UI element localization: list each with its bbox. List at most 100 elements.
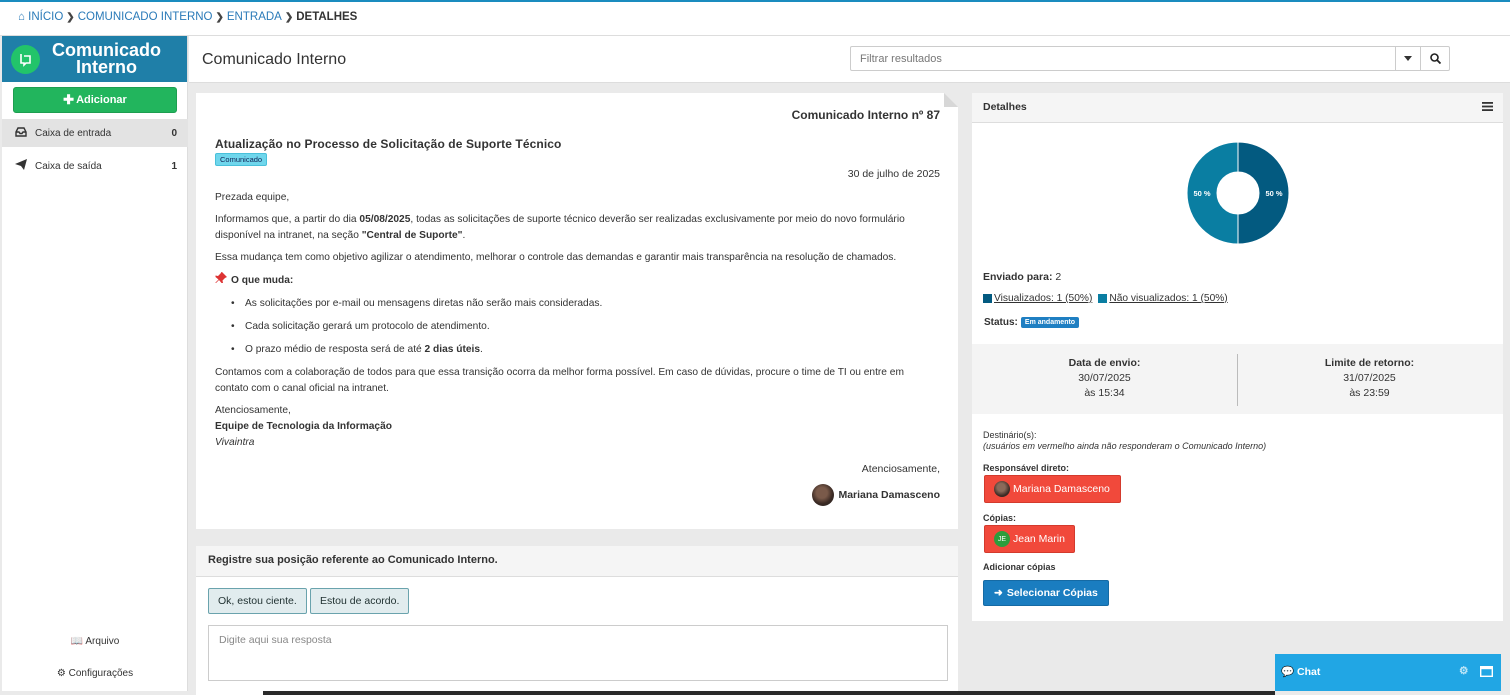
sender-name: Mariana Damasceno xyxy=(838,489,940,501)
status-badge: Em andamento xyxy=(1020,317,1080,328)
gear-icon[interactable]: ⚙ xyxy=(1459,665,1468,677)
legend-swatch xyxy=(1098,294,1108,303)
home-icon[interactable]: ⌂ xyxy=(18,11,25,23)
send-date: Data de envio: 30/07/2025 às 15:34 xyxy=(1068,357,1141,399)
select-copies-button[interactable]: ➜ Selecionar Cópias xyxy=(983,580,1109,606)
copies-label: Cópias: xyxy=(983,513,1017,523)
chart-legend: Visualizados: 1 (50%) Não visualizados: … xyxy=(983,293,1234,304)
add-button-label: Adicionar xyxy=(76,94,127,106)
outbox-count: 1 xyxy=(171,160,177,172)
sidebar-item-label: Caixa de saída xyxy=(35,160,102,172)
sidebar: Comunicado Interno ✚ Adicionar Caixa de … xyxy=(2,36,188,691)
chevron-right-icon: ❯ xyxy=(215,12,224,23)
page-header: Comunicado Interno xyxy=(189,36,1510,83)
company-name: Vivaintra xyxy=(215,437,255,448)
team-name: Equipe de Tecnologia da Informação xyxy=(215,421,392,432)
section-title: O que muda: xyxy=(215,272,935,290)
communication-subject: Atualização no Processo de Solicitação d… xyxy=(215,137,562,151)
response-card: Registre sua posição referente ao Comuni… xyxy=(196,546,958,695)
list-item: Cada solicitação gerará um protocolo de … xyxy=(231,319,935,335)
book-icon: 📖 xyxy=(70,636,84,647)
avatar: JE xyxy=(994,531,1010,547)
status-label: Status: xyxy=(984,317,1018,328)
gear-icon: ⚙ xyxy=(56,668,66,679)
settings-label: Configurações xyxy=(68,668,134,679)
settings-link[interactable]: ⚙ Configurações xyxy=(2,668,188,679)
details-card: Detalhes 50 % 50 % Enviado para: 2 Visual… xyxy=(972,93,1503,621)
archive-label: Arquivo xyxy=(85,636,120,647)
status-row: Status: Em andamento xyxy=(984,317,1080,328)
closing: Atenciosamente, xyxy=(215,405,291,416)
list-item: As solicitações por e-mail ou mensagens … xyxy=(231,296,935,312)
search-icon[interactable] xyxy=(1420,47,1449,70)
legend-not-viewed[interactable]: Não visualizados: 1 (50%) xyxy=(1098,293,1228,304)
paragraph-1: Informamos que, a partir do dia 05/08/20… xyxy=(215,214,905,241)
communication-body: Prezada equipe, Informamos que, a partir… xyxy=(215,190,935,451)
chevron-right-icon: ❯ xyxy=(284,12,294,23)
add-copies-label: Adicionar cópias xyxy=(983,562,1056,572)
communication-tag: Comunicado xyxy=(215,153,268,166)
paper-plane-icon xyxy=(15,159,27,173)
app-title: Comunicado Interno xyxy=(51,40,161,77)
agree-button[interactable]: Estou de acordo. xyxy=(310,588,410,614)
signoff: Atenciosamente, xyxy=(861,463,940,475)
breadcrumb-entrada[interactable]: ENTRADA xyxy=(227,11,282,23)
window-icon[interactable] xyxy=(1479,665,1494,680)
chevron-right-icon: ❯ xyxy=(66,12,75,23)
recipient-name: Jean Marin xyxy=(1013,533,1065,545)
filter-input[interactable] xyxy=(851,47,1395,70)
return-limit: Limite de retorno: 31/07/2025 às 23:59 xyxy=(1324,357,1415,399)
direct-responsible-label: Responsável direto: xyxy=(983,463,1070,473)
inbox-icon xyxy=(15,126,27,140)
app-logo-icon xyxy=(11,44,40,74)
recipients-label: Destinário(s): (usuários em vermelho ain… xyxy=(983,430,1267,451)
select-copies-label: Selecionar Cópias xyxy=(1006,587,1098,599)
list-item: O prazo médio de resposta será de até 2 … xyxy=(231,342,935,358)
inbox-count: 0 xyxy=(171,127,177,139)
sender[interactable]: Mariana Damasceno xyxy=(812,484,940,506)
breadcrumb-comunicado[interactable]: COMUNICADO INTERNO xyxy=(78,11,213,23)
chat-label: Chat xyxy=(1297,666,1321,678)
greeting: Prezada equipe, xyxy=(215,192,290,203)
recipients-note: (usuários em vermelho ainda não responde… xyxy=(983,441,1267,451)
app-brand[interactable]: Comunicado Interno xyxy=(2,36,187,82)
views-donut-chart: 50 % 50 % xyxy=(1186,141,1290,245)
sidebar-item-outbox[interactable]: Caixa de saída 1 xyxy=(2,152,188,180)
hamburger-menu-icon[interactable] xyxy=(1482,102,1493,114)
breadcrumb-home[interactable]: INÍCIO xyxy=(28,11,63,23)
recipient-name: Mariana Damasceno xyxy=(1013,483,1110,495)
details-header: Detalhes xyxy=(972,93,1503,123)
archive-link[interactable]: 📖 Arquivo xyxy=(2,636,188,647)
donut-label-2: 50 % xyxy=(1193,189,1210,198)
taskbar-strip xyxy=(263,691,1275,695)
sign-in-icon: ➜ xyxy=(994,587,1003,599)
sent-to: Enviado para: 2 xyxy=(983,271,1062,283)
donut-label-1: 50 % xyxy=(1265,189,1282,198)
plus-icon: ✚ xyxy=(63,92,75,107)
paragraph-3: Contamos com a colaboração de todos para… xyxy=(215,367,904,394)
paragraph-2: Essa mudança tem como objetivo agilizar … xyxy=(215,252,897,263)
details-title: Detalhes xyxy=(983,101,1027,113)
breadcrumb-current: DETALHES xyxy=(296,11,358,23)
add-button[interactable]: ✚ Adicionar xyxy=(13,87,177,113)
aware-button[interactable]: Ok, estou ciente. xyxy=(208,588,307,614)
sidebar-item-inbox[interactable]: Caixa de entrada 0 xyxy=(2,119,188,147)
changes-list: As solicitações por e-mail ou mensagens … xyxy=(215,296,935,358)
communication-date: 30 de julho de 2025 xyxy=(847,168,940,180)
legend-viewed[interactable]: Visualizados: 1 (50%) xyxy=(983,293,1092,304)
sidebar-item-label: Caixa de entrada xyxy=(35,127,112,139)
page-title: Comunicado Interno xyxy=(202,51,347,68)
page-fold xyxy=(944,93,958,107)
avatar xyxy=(994,481,1010,497)
filter-box xyxy=(850,46,1450,71)
recipient-mariana[interactable]: Mariana Damasceno xyxy=(984,475,1121,503)
chat-bubble-icon: 💬 xyxy=(1281,666,1295,678)
response-title: Registre sua posição referente ao Comuni… xyxy=(196,546,958,577)
communication-card: Comunicado Interno nº 87 Atualização no … xyxy=(196,93,958,529)
pushpin-icon xyxy=(215,272,227,290)
response-input[interactable] xyxy=(208,625,948,681)
chat-widget[interactable]: 💬 Chat ⚙ xyxy=(1275,654,1501,691)
avatar xyxy=(812,484,835,506)
chevron-down-icon[interactable] xyxy=(1395,47,1420,70)
recipient-jean[interactable]: JE Jean Marin xyxy=(984,525,1075,553)
